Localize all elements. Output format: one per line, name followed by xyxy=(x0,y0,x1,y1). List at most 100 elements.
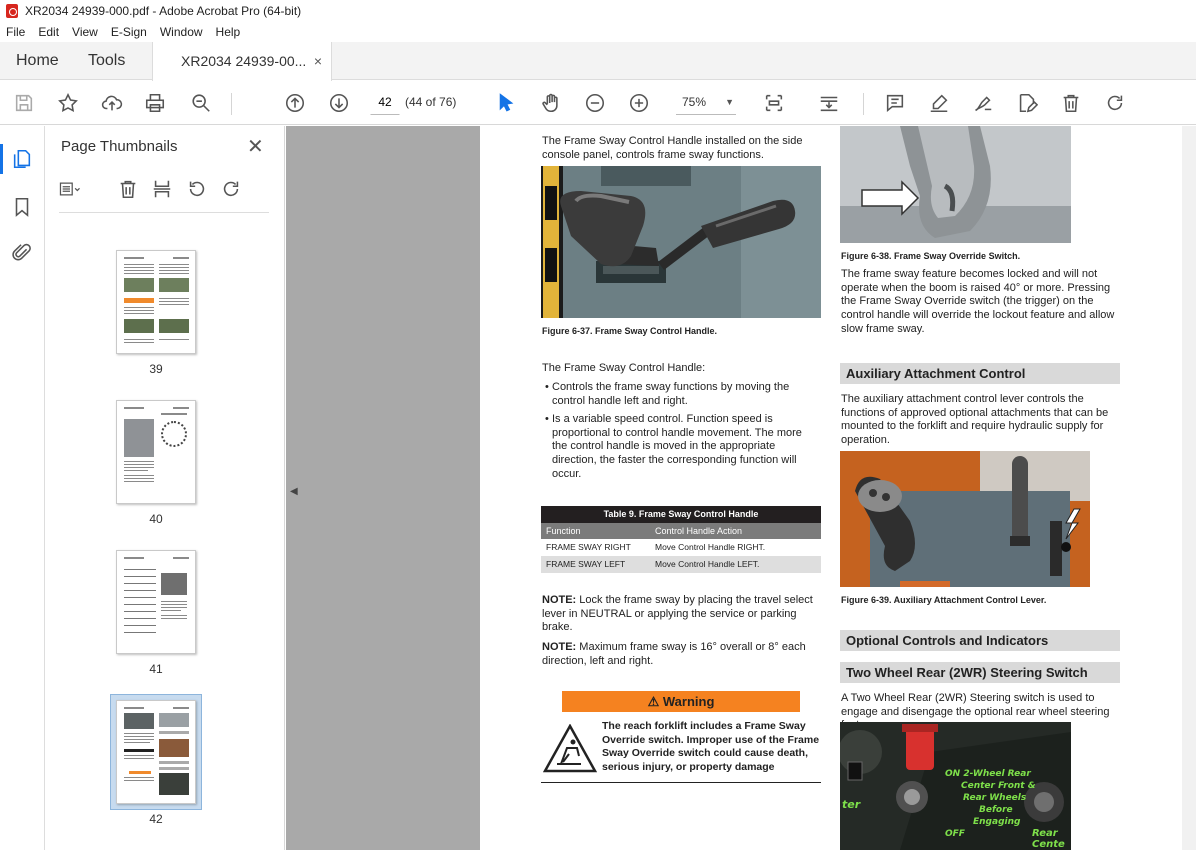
thumbnail-list: 39 40 41 42 xyxy=(59,216,267,850)
upload-cloud-icon[interactable] xyxy=(98,89,126,117)
photo-label: Center Front & xyxy=(961,781,1036,791)
delete-page-icon[interactable] xyxy=(117,178,143,204)
toolbar-divider xyxy=(863,93,864,115)
rotate-icon[interactable] xyxy=(1101,89,1129,117)
photo-label: 2-Wheel Rear xyxy=(963,769,1031,779)
note-1: NOTE: Lock the frame sway by placing the… xyxy=(542,594,822,635)
options-menu-icon[interactable] xyxy=(59,178,85,204)
hand-tool-icon[interactable] xyxy=(537,89,565,117)
steering-switch-photo: ON 2-Wheel Rear Center Front & Rear Whee… xyxy=(840,722,1071,850)
tab-document[interactable]: XR2034 24939-00... × xyxy=(152,42,332,81)
document-scrollbar[interactable] xyxy=(1182,126,1196,850)
note-label: NOTE: xyxy=(542,594,577,606)
table-header-cell: Function xyxy=(546,526,581,536)
bookmark-star-icon[interactable] xyxy=(54,89,82,117)
edit-pdf-icon[interactable] xyxy=(1013,89,1041,117)
thumbnail-label: 41 xyxy=(149,662,163,676)
warning-text: The reach forklift includes a Frame Sway… xyxy=(602,720,820,773)
handle-intro: The Frame Sway Control Handle: xyxy=(542,362,706,374)
menu-file[interactable]: File xyxy=(6,25,25,39)
page-fit-icon[interactable] xyxy=(760,89,788,117)
zoom-in-icon[interactable] xyxy=(625,89,653,117)
bookmarks-icon[interactable] xyxy=(11,196,35,220)
thumbnail-page-41[interactable] xyxy=(116,550,196,654)
page-count: (44 of 76) xyxy=(405,95,457,109)
zoom-search-icon[interactable] xyxy=(187,89,215,117)
menu-help[interactable]: Help xyxy=(216,25,241,39)
override-switch-photo xyxy=(840,126,1071,243)
sign-icon[interactable] xyxy=(969,89,997,117)
highlight-pen-icon[interactable] xyxy=(925,89,953,117)
collapse-panel-icon[interactable]: ◀ xyxy=(290,486,298,497)
photo-label-fragment: ter xyxy=(842,798,861,811)
zoom-select[interactable]: 75% ▼ xyxy=(676,89,736,115)
menu-esign[interactable]: E-Sign xyxy=(111,25,147,39)
scroll-mode-icon[interactable] xyxy=(815,89,843,117)
active-indicator xyxy=(0,144,3,174)
aux-control-photo xyxy=(840,451,1090,587)
table-cell: Move Control Handle RIGHT. xyxy=(655,542,766,552)
thumbnail-label: 40 xyxy=(149,512,163,526)
menu-bar: File Edit View E-Sign Window Help xyxy=(0,22,1196,42)
note-2-text: Maximum frame sway is 16° overall or 8° … xyxy=(542,641,806,667)
panel-title: Page Thumbnails xyxy=(61,138,178,155)
switch-on-label: ON xyxy=(945,769,961,779)
figure-37-caption: Figure 6-37. Frame Sway Control Handle. xyxy=(542,326,718,336)
thumbnail-label: 42 xyxy=(149,812,163,826)
thumbnail-page-39[interactable] xyxy=(116,250,196,354)
print-icon[interactable] xyxy=(141,89,169,117)
tab-document-label: XR2034 24939-00... xyxy=(181,53,307,69)
switch-off-label: OFF xyxy=(945,829,965,839)
menu-window[interactable]: Window xyxy=(160,25,203,39)
bullet-2: Is a variable speed control. Function sp… xyxy=(552,413,802,480)
close-tab-icon[interactable]: × xyxy=(314,42,322,80)
tab-bar: Home Tools XR2034 24939-00... × xyxy=(0,42,1196,81)
extract-pages-icon[interactable] xyxy=(151,178,177,204)
window-title: XR2034 24939-000.pdf - Adobe Acrobat Pro… xyxy=(25,4,302,18)
table-cell: FRAME SWAY RIGHT xyxy=(546,542,631,552)
two-wheel-rear-heading: Two Wheel Rear (2WR) Steering Switch xyxy=(840,662,1120,683)
note-2: NOTE: Maximum frame sway is 16° overall … xyxy=(542,641,822,668)
tab-home[interactable]: Home xyxy=(16,42,59,80)
attachments-icon[interactable] xyxy=(11,242,35,266)
note-label: NOTE: xyxy=(542,641,577,653)
override-text: The frame sway feature becomes locked an… xyxy=(841,268,1115,335)
zoom-out-icon[interactable] xyxy=(581,89,609,117)
table-title: Table 9. Frame Sway Control Handle xyxy=(541,506,821,523)
zoom-value: 75% xyxy=(682,95,707,109)
intro-text: The Frame Sway Control Handle installed … xyxy=(542,135,803,161)
thumbnail-page-40[interactable] xyxy=(116,400,196,504)
panel-divider xyxy=(59,212,269,213)
frame-sway-handle-photo xyxy=(541,166,821,318)
table-cell: Move Control Handle LEFT. xyxy=(655,559,760,569)
rotate-left-icon[interactable] xyxy=(186,178,212,204)
page-thumbnails-icon[interactable] xyxy=(11,148,35,172)
photo-label: Cente xyxy=(1032,839,1065,850)
menu-view[interactable]: View xyxy=(72,25,98,39)
table-cell: FRAME SWAY LEFT xyxy=(546,559,626,569)
figure-39-caption: Figure 6-39. Auxiliary Attachment Contro… xyxy=(841,595,1047,605)
close-panel-icon[interactable]: ✕ xyxy=(247,134,264,159)
page-number-field[interactable] xyxy=(370,89,400,115)
note-1-text: Lock the frame sway by placing the trave… xyxy=(542,594,813,634)
panel-toolbar xyxy=(45,172,285,213)
table-row: FRAME SWAY RIGHT Move Control Handle RIG… xyxy=(541,539,821,556)
comment-icon[interactable] xyxy=(881,89,909,117)
next-page-icon[interactable] xyxy=(325,89,353,117)
menu-edit[interactable]: Edit xyxy=(38,25,59,39)
photo-label: Rear Wheels xyxy=(963,793,1027,803)
select-cursor-icon[interactable] xyxy=(492,89,520,117)
photo-label: Before xyxy=(979,805,1013,815)
aux-heading: Auxiliary Attachment Control xyxy=(840,363,1120,384)
bullet-1: Controls the frame sway functions by mov… xyxy=(552,381,790,407)
thumbnails-panel: Page Thumbnails ✕ 39 40 41 42 xyxy=(45,126,321,850)
photo-label-fragment: Rear Cente xyxy=(1032,828,1065,850)
delete-trash-icon[interactable] xyxy=(1057,89,1085,117)
previous-page-icon[interactable] xyxy=(281,89,309,117)
aux-text: The auxiliary attachment control lever c… xyxy=(841,393,1109,447)
thumbnail-page-42[interactable] xyxy=(116,700,196,804)
tab-tools[interactable]: Tools xyxy=(88,42,125,80)
rotate-right-icon[interactable] xyxy=(220,178,246,204)
optional-heading: Optional Controls and Indicators xyxy=(840,630,1120,651)
save-icon[interactable] xyxy=(10,89,38,117)
